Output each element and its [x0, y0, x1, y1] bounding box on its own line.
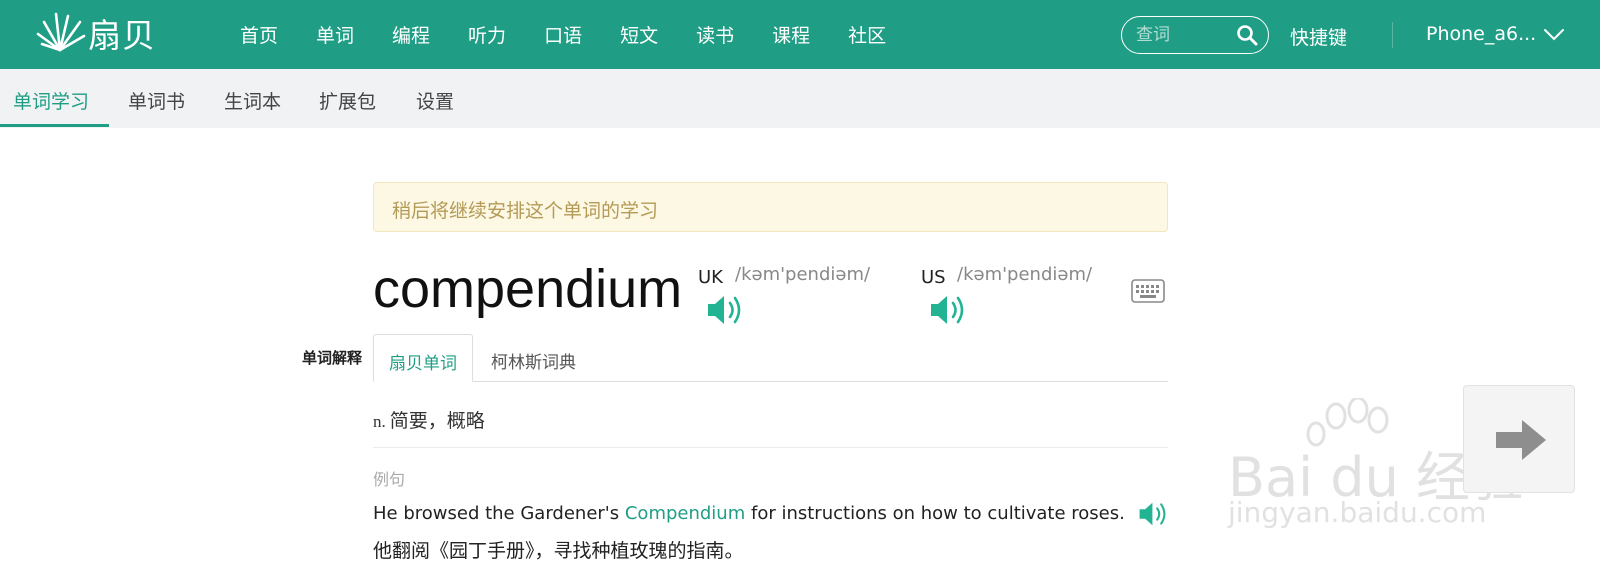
- us-label: US: [921, 267, 946, 288]
- example-sentence-cn: 他翻阅《园丁手册》，寻找种植玫瑰的指南。: [373, 540, 744, 562]
- search-box: [1121, 16, 1269, 54]
- example-text-before: He browsed the Gardener's: [373, 503, 625, 524]
- search-input[interactable]: [1136, 23, 1232, 47]
- nav-item-words[interactable]: 单词: [316, 21, 354, 48]
- uk-speaker-icon[interactable]: [706, 292, 746, 328]
- nav-item-programming[interactable]: 编程: [392, 21, 430, 48]
- subnav-vocabulary-list[interactable]: 生词本: [224, 87, 281, 114]
- subnav-word-books[interactable]: 单词书: [128, 87, 185, 114]
- subnav-word-study[interactable]: 单词学习: [13, 87, 89, 114]
- shell-logo-icon: [36, 12, 86, 52]
- top-navigation-bar: 扇贝 首页 单词 编程 听力 口语 短文 读书 课程 社区 快捷键 Phone_…: [0, 0, 1600, 69]
- us-phonetic: /kəm'pendiəm/: [957, 264, 1093, 285]
- word-title: compendium: [373, 259, 683, 319]
- nav-item-home[interactable]: 首页: [240, 21, 278, 48]
- definition-section-label: 单词解释: [302, 349, 363, 367]
- subnav-active-indicator: [0, 124, 109, 127]
- part-of-speech: n.: [373, 412, 386, 431]
- brand-logo[interactable]: 扇贝: [34, 8, 156, 58]
- watermark-url-text: jingyan.baidu.com: [1228, 496, 1487, 529]
- example-highlighted-word[interactable]: Compendium: [625, 503, 745, 524]
- sub-navigation-bar: 单词学习 单词书 生词本 扩展包 设置: [0, 69, 1600, 128]
- brand-name: 扇贝: [88, 16, 156, 55]
- tab-label: 扇贝单词: [389, 354, 457, 374]
- uk-label: UK: [698, 267, 723, 288]
- example-speaker-icon[interactable]: [1138, 499, 1170, 529]
- subnav-extension-packs[interactable]: 扩展包: [319, 87, 376, 114]
- nav-item-listening[interactable]: 听力: [468, 21, 506, 48]
- example-label: 例句: [373, 470, 406, 489]
- notice-text: 稍后将继续安排这个单词的学习: [392, 200, 659, 222]
- next-word-button[interactable]: [1463, 385, 1575, 493]
- search-icon[interactable]: [1236, 24, 1258, 46]
- definition-text: n. 简要，概略: [373, 406, 485, 433]
- uk-phonetic: /kəm'pendiəm/: [735, 264, 871, 285]
- example-sentence-en: He browsed the Gardener's Compendium for…: [373, 503, 1125, 524]
- user-menu-name[interactable]: Phone_a6...: [1426, 23, 1536, 45]
- tab-label: 柯林斯词典: [491, 353, 576, 373]
- subnav-settings[interactable]: 设置: [416, 87, 454, 114]
- tab-collins-dictionary[interactable]: 柯林斯词典: [491, 334, 611, 382]
- chevron-down-icon[interactable]: [1543, 28, 1565, 42]
- section-divider: [373, 447, 1168, 448]
- study-notice: 稍后将继续安排这个单词的学习: [373, 182, 1168, 232]
- definition-meaning: 简要，概略: [389, 410, 485, 432]
- keyboard-icon[interactable]: [1131, 279, 1165, 303]
- us-speaker-icon[interactable]: [929, 292, 969, 328]
- nav-item-articles[interactable]: 短文: [620, 21, 658, 48]
- shortcut-keys-link[interactable]: 快捷键: [1290, 23, 1347, 50]
- nav-item-courses[interactable]: 课程: [772, 21, 810, 48]
- nav-item-reading[interactable]: 读书: [696, 21, 734, 48]
- tab-shanbay-dictionary[interactable]: 扇贝单词: [373, 334, 473, 382]
- main-nav: 首页 单词 编程 听力 口语 短文 读书 课程 社区: [240, 0, 924, 69]
- nav-item-speaking[interactable]: 口语: [544, 21, 582, 48]
- nav-item-community[interactable]: 社区: [848, 21, 886, 48]
- arrow-right-icon: [1496, 420, 1546, 460]
- example-text-after: for instructions on how to cultivate ros…: [745, 503, 1125, 524]
- nav-divider: [1392, 22, 1393, 48]
